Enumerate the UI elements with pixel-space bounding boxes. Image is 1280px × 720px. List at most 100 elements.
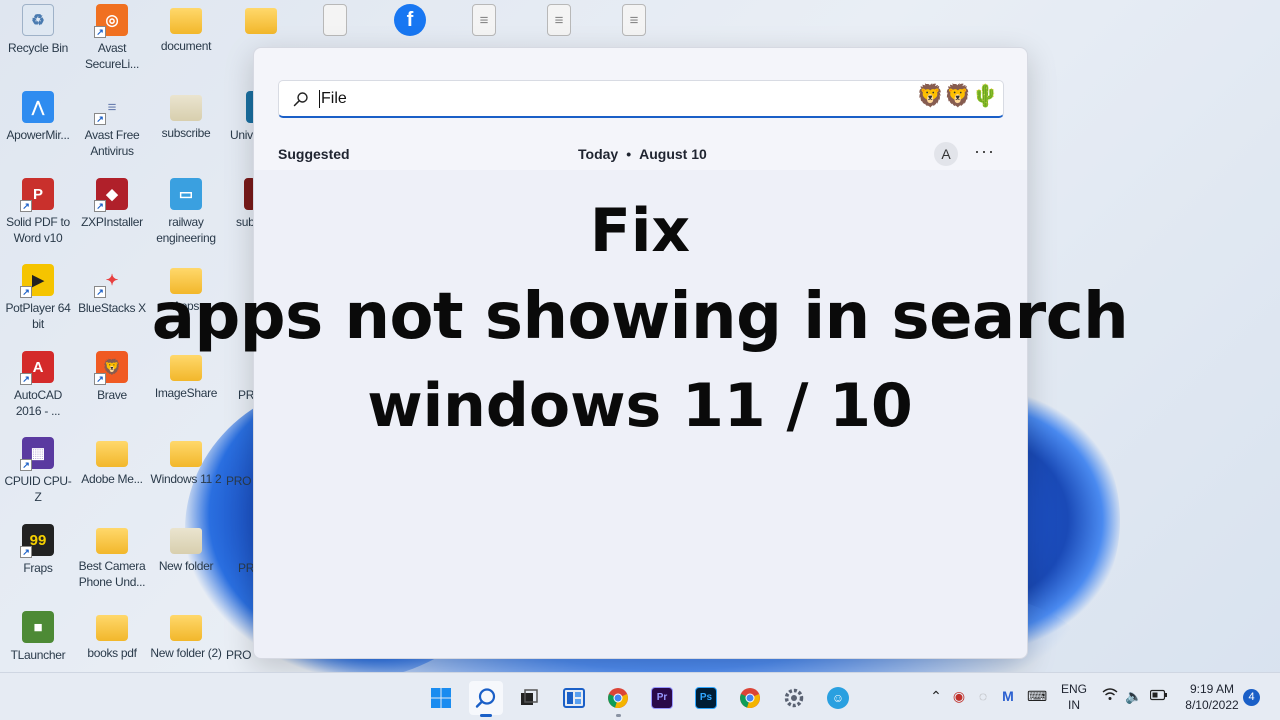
avatar[interactable]: A (934, 142, 958, 166)
desktop-icon-fraps[interactable]: 99 ↗ Fraps (1, 524, 75, 576)
taskbar-search-button[interactable] (469, 681, 503, 717)
desktop-icon-new-folder-2[interactable]: New folder (2) (149, 611, 223, 661)
tlauncher-icon: ■ (22, 611, 54, 643)
start-icon (431, 688, 451, 708)
desktop-icon-adobe-media[interactable]: Adobe Me... (75, 437, 149, 487)
desktop-icon-document[interactable]: document (149, 4, 223, 54)
chrome-icon (740, 688, 760, 709)
clock[interactable]: 9:19 AM 8/10/2022 (1180, 681, 1244, 713)
widgets-button[interactable] (557, 681, 591, 715)
folder-icon (170, 8, 202, 34)
desktop-icon-books-pdf[interactable]: books pdf (75, 611, 149, 661)
desktop-icon-autocad[interactable]: A ↗ AutoCAD 2016 - ... (1, 351, 75, 419)
start-button[interactable] (424, 681, 458, 715)
photoshop-icon: Ps (695, 687, 717, 709)
folder-icon (96, 441, 128, 467)
volume-icon[interactable]: 🔈 (1125, 687, 1143, 705)
avast-secureline-icon: ◎ ↗ (94, 4, 128, 38)
search-subheader: Suggested Today • August 10 A ··· (278, 141, 1004, 166)
app-icon: ☺ (827, 687, 849, 709)
desktop-icon-facebook[interactable]: f (373, 4, 447, 40)
apowermirror-icon: ⋀ (22, 91, 54, 123)
settings-button[interactable] (777, 681, 811, 715)
active-indicator (480, 714, 492, 717)
desktop-icon-text-file[interactable]: ≡ (522, 4, 596, 40)
task-view-button[interactable] (512, 681, 546, 715)
settings-icon (784, 688, 804, 708)
wifi-icon[interactable] (1101, 687, 1119, 705)
running-indicator (616, 714, 621, 717)
chrome-canary-button[interactable] (601, 681, 635, 717)
cpu-z-icon: ▦ ↗ (20, 437, 54, 471)
desktop-icon-apowermirror[interactable]: ⋀ ApowerMir... (1, 91, 75, 143)
desktop-icon-bluestacks[interactable]: ✦ ↗ BlueStacks X (75, 264, 149, 316)
folder-icon (170, 615, 202, 641)
pdf-icon: P ↗ (20, 178, 54, 212)
desktop-icon-avast-free[interactable]: ≡ ↗ Avast Free Antivirus (75, 91, 149, 159)
headline-line-3: windows 11 / 10 (367, 371, 913, 441)
app-button[interactable]: ☺ (821, 681, 855, 715)
desktop-icon-file[interactable] (298, 4, 372, 40)
brave-icon: 🦁 ↗ (94, 351, 128, 385)
search-input[interactable] (321, 89, 881, 108)
desktop-icon-solid-pdf[interactable]: P ↗ Solid PDF to Word v10 (1, 178, 75, 246)
search-highlight-icon: 🦁🦁🌵 (916, 83, 999, 108)
desktop-icon-avast-secureline[interactable]: ◎ ↗ Avast SecureLi... (75, 4, 149, 72)
folder-icon (96, 615, 128, 641)
text-file-icon: ≡ (472, 4, 496, 36)
folder-icon (170, 95, 202, 121)
battery-icon[interactable] (1149, 687, 1168, 705)
text-file-icon: ≡ (547, 4, 571, 36)
notification-badge[interactable]: 4 (1243, 689, 1260, 706)
search-box[interactable]: 🦁🦁🌵 (278, 80, 1004, 118)
desktop-icon-text-file[interactable]: ≡ (447, 4, 521, 40)
tray-icon[interactable]: ◌ (974, 687, 992, 705)
chrome-button[interactable] (733, 681, 767, 715)
task-view-icon (521, 689, 538, 705)
zxpinstaller-icon: ◆ ↗ (94, 178, 128, 212)
premiere-pro-icon: Pr (651, 687, 673, 709)
wifi-icon (1102, 688, 1118, 700)
taskbar: Pr Ps ☺ ⌃ ◉ ◌ M ⌨ ENG IN 🔈 9:19 AM 8/10/… (0, 672, 1280, 720)
desktop-icon-potplayer[interactable]: ▶ ↗ PotPlayer 64 bit (1, 264, 75, 332)
desktop-icon-text-file[interactable]: ≡ (597, 4, 671, 40)
text-file-icon: ≡ (622, 4, 646, 36)
potplayer-icon: ▶ ↗ (20, 264, 54, 298)
headline-line-2: apps not showing in search (151, 280, 1129, 354)
autocad-icon: A ↗ (20, 351, 54, 385)
keyboard-icon[interactable]: ⌨ (1027, 687, 1047, 705)
photoshop-button[interactable]: Ps (689, 681, 723, 715)
malwarebytes-tray-icon[interactable]: M (999, 687, 1017, 705)
desktop-icon-cpu-z[interactable]: ▦ ↗ CPUID CPU-Z (1, 437, 75, 505)
premiere-pro-button[interactable]: Pr (645, 681, 679, 715)
folder-icon (245, 8, 277, 34)
folder-icon (170, 528, 202, 554)
more-options-button[interactable]: ··· (974, 141, 995, 162)
facebook-icon: f (394, 4, 426, 36)
desktop-icon-folder[interactable] (224, 4, 298, 38)
bluestacks-icon: ✦ ↗ (94, 264, 128, 298)
search-panel-header: 🦁🦁🌵 Suggested Today•August 10 A ··· (254, 48, 1027, 170)
text-caret (319, 89, 320, 108)
search-icon (475, 688, 496, 708)
desktop-icon-best-camera[interactable]: Best Camera Phone Und... (75, 524, 149, 590)
avast-icon: ≡ ↗ (94, 91, 128, 125)
headline-line-1: Fix (589, 196, 691, 266)
desktop-icon-recycle-bin[interactable]: ♻ Recycle Bin (1, 4, 75, 56)
desktop-icon-brave[interactable]: 🦁 ↗ Brave (75, 351, 149, 403)
file-icon (323, 4, 347, 36)
language-indicator[interactable]: ENG IN (1058, 681, 1090, 713)
desktop-icon-tlauncher[interactable]: ■ TLauncher (1, 611, 75, 663)
show-hidden-icons-button[interactable]: ⌃ (927, 687, 945, 705)
clock-time: 9:19 AM (1189, 682, 1235, 696)
suggested-label: Suggested (278, 146, 350, 162)
desktop-icon-subscribe[interactable]: subscribe (149, 91, 223, 141)
recycle-bin-icon: ♻ (22, 4, 54, 36)
desktop-icon-zxpinstaller[interactable]: ◆ ↗ ZXPInstaller (75, 178, 149, 230)
antivirus-tray-icon[interactable]: ◉ (950, 687, 968, 705)
widgets-icon (563, 688, 585, 708)
chrome-icon (608, 688, 628, 709)
desktop-icon-new-folder[interactable]: New folder (149, 524, 223, 574)
date-label: Today • August 10 (578, 146, 707, 162)
video-title-overlay: Fix apps not showing in search windows 1… (150, 190, 1130, 450)
